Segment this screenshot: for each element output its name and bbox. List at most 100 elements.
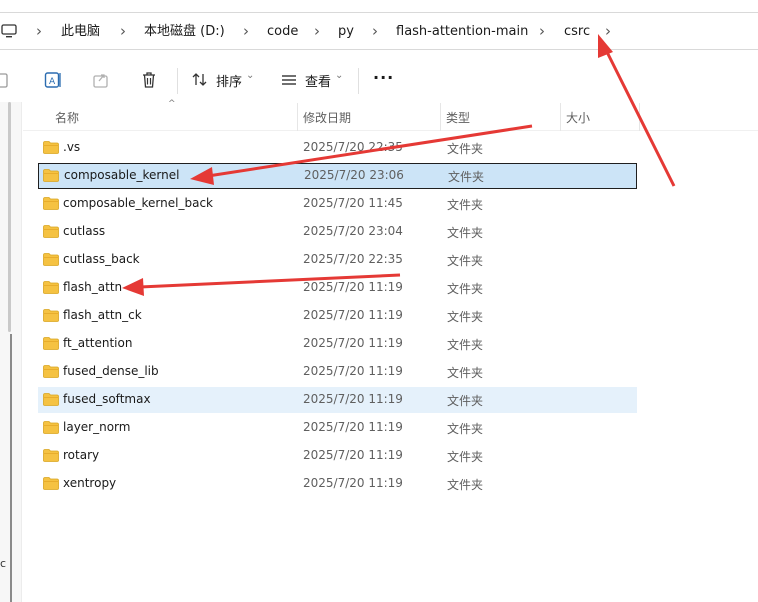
delete-icon[interactable] bbox=[139, 70, 159, 90]
column-divider[interactable] bbox=[440, 103, 441, 131]
view-icon[interactable] bbox=[279, 70, 299, 90]
file-name: fused_dense_lib bbox=[63, 364, 159, 378]
file-type: 文件夹 bbox=[447, 142, 484, 156]
breadcrumb-local-disk[interactable]: 本地磁盘 (D:) bbox=[144, 23, 225, 41]
navigation-pane[interactable]: c bbox=[0, 102, 22, 602]
file-name: composable_kernel bbox=[64, 168, 180, 182]
file-row[interactable]: rotary 2025/7/20 11:19 文件夹 bbox=[38, 443, 637, 469]
folder-icon bbox=[43, 225, 59, 238]
file-row[interactable]: flash_attn_ck 2025/7/20 11:19 文件夹 bbox=[38, 303, 637, 329]
file-type: 文件夹 bbox=[447, 310, 484, 324]
file-modified-date: 2025/7/20 11:19 bbox=[303, 420, 403, 434]
file-row[interactable]: .vs 2025/7/20 22:35 文件夹 bbox=[38, 135, 637, 161]
chevron-right-icon[interactable]: › bbox=[314, 22, 324, 40]
more-options-button[interactable]: ··· bbox=[373, 68, 394, 87]
file-modified-date: 2025/7/20 11:19 bbox=[303, 280, 403, 294]
file-row[interactable]: xentropy 2025/7/20 11:19 文件夹 bbox=[38, 471, 637, 497]
breadcrumb-flash-attention-main[interactable]: flash-attention-main bbox=[396, 23, 528, 41]
file-type: 文件夹 bbox=[447, 394, 484, 408]
file-type: 文件夹 bbox=[447, 450, 484, 464]
file-name: ft_attention bbox=[63, 336, 133, 350]
file-modified-date: 2025/7/20 11:19 bbox=[303, 392, 403, 406]
column-divider[interactable] bbox=[560, 103, 561, 131]
chevron-right-icon[interactable]: › bbox=[120, 22, 130, 40]
file-row[interactable]: fused_softmax 2025/7/20 11:19 文件夹 bbox=[38, 387, 637, 413]
file-row[interactable]: layer_norm 2025/7/20 11:19 文件夹 bbox=[38, 415, 637, 441]
file-type: 文件夹 bbox=[447, 226, 484, 240]
sort-ascending-icon: ^ bbox=[168, 99, 176, 109]
toolbar-divider bbox=[177, 68, 178, 94]
folder-icon bbox=[43, 253, 59, 266]
file-modified-date: 2025/7/20 11:19 bbox=[303, 476, 403, 490]
folder-icon bbox=[43, 169, 59, 182]
chevron-right-icon[interactable]: › bbox=[605, 22, 615, 40]
file-type: 文件夹 bbox=[448, 170, 485, 184]
file-row[interactable]: cutlass_back 2025/7/20 22:35 文件夹 bbox=[38, 247, 637, 273]
file-type: 文件夹 bbox=[447, 422, 484, 436]
file-row[interactable]: fused_dense_lib 2025/7/20 11:19 文件夹 bbox=[38, 359, 637, 385]
breadcrumb-this-pc[interactable]: 此电脑 bbox=[61, 23, 100, 41]
column-header-name[interactable]: 名称 bbox=[55, 109, 79, 126]
chevron-down-icon[interactable]: ⌄ bbox=[246, 70, 254, 81]
file-name: cutlass_back bbox=[63, 252, 140, 266]
navigation-scrollbar[interactable] bbox=[8, 102, 11, 332]
file-modified-date: 2025/7/20 11:19 bbox=[303, 336, 403, 350]
share-icon[interactable] bbox=[91, 70, 111, 90]
file-modified-date: 2025/7/20 11:45 bbox=[303, 196, 403, 210]
navigation-pane-border bbox=[10, 334, 12, 602]
file-modified-date: 2025/7/20 11:19 bbox=[303, 364, 403, 378]
sort-button[interactable]: 排序 bbox=[216, 71, 242, 90]
sort-icon[interactable] bbox=[190, 70, 210, 90]
file-name: xentropy bbox=[63, 476, 117, 490]
folder-icon bbox=[43, 281, 59, 294]
file-modified-date: 2025/7/20 22:35 bbox=[303, 140, 403, 154]
column-divider[interactable] bbox=[297, 103, 298, 131]
file-name: rotary bbox=[63, 448, 100, 462]
file-type: 文件夹 bbox=[447, 254, 484, 268]
column-header-type[interactable]: 类型 bbox=[446, 109, 470, 126]
column-header-date[interactable]: 修改日期 bbox=[303, 109, 351, 126]
svg-text:A: A bbox=[49, 77, 56, 87]
view-button[interactable]: 查看 bbox=[305, 71, 331, 90]
file-row[interactable]: flash_attn 2025/7/20 11:19 文件夹 bbox=[38, 275, 637, 301]
file-modified-date: 2025/7/20 11:19 bbox=[303, 308, 403, 322]
folder-icon bbox=[43, 337, 59, 350]
breadcrumb-py[interactable]: py bbox=[338, 23, 354, 41]
folder-icon bbox=[43, 309, 59, 322]
this-pc-icon[interactable] bbox=[1, 23, 17, 39]
file-modified-date: 2025/7/20 23:04 bbox=[303, 224, 403, 238]
column-divider[interactable] bbox=[639, 103, 640, 131]
file-modified-date: 2025/7/20 11:19 bbox=[303, 448, 403, 462]
file-type: 文件夹 bbox=[447, 198, 484, 212]
rename-icon[interactable]: A bbox=[43, 70, 63, 90]
chevron-right-icon[interactable]: › bbox=[539, 22, 549, 40]
folder-icon bbox=[43, 477, 59, 490]
file-row[interactable]: cutlass 2025/7/20 23:04 文件夹 bbox=[38, 219, 637, 245]
breadcrumb-csrc[interactable]: csrc bbox=[564, 23, 590, 41]
column-header-size[interactable]: 大小 bbox=[566, 109, 590, 126]
file-name: flash_attn bbox=[63, 280, 123, 294]
command-bar: A 排序 ⌄ 查看 ⌄ ··· bbox=[0, 58, 758, 102]
file-type: 文件夹 bbox=[447, 478, 484, 492]
file-type: 文件夹 bbox=[447, 366, 484, 380]
file-row[interactable]: composable_kernel 2025/7/20 23:06 文件夹 bbox=[38, 163, 637, 189]
file-name: flash_attn_ck bbox=[63, 308, 142, 322]
folder-icon bbox=[43, 421, 59, 434]
folder-icon bbox=[43, 449, 59, 462]
chevron-right-icon[interactable]: › bbox=[36, 22, 46, 40]
file-row[interactable]: composable_kernel_back 2025/7/20 11:45 文件夹 bbox=[38, 191, 637, 217]
folder-icon bbox=[43, 197, 59, 210]
file-name: layer_norm bbox=[63, 420, 131, 434]
chevron-right-icon[interactable]: › bbox=[243, 22, 253, 40]
file-name: composable_kernel_back bbox=[63, 196, 213, 210]
folder-icon bbox=[43, 365, 59, 378]
chevron-right-icon[interactable]: › bbox=[372, 22, 382, 40]
chevron-down-icon[interactable]: ⌄ bbox=[335, 70, 343, 81]
paste-icon[interactable] bbox=[0, 70, 14, 90]
address-bar[interactable]: › 此电脑 › 本地磁盘 (D:) › code › py › flash-at… bbox=[0, 12, 758, 50]
file-name: .vs bbox=[63, 140, 81, 154]
breadcrumb-code[interactable]: code bbox=[267, 23, 298, 41]
folder-icon bbox=[43, 141, 59, 154]
file-type: 文件夹 bbox=[447, 338, 484, 352]
file-row[interactable]: ft_attention 2025/7/20 11:19 文件夹 bbox=[38, 331, 637, 357]
